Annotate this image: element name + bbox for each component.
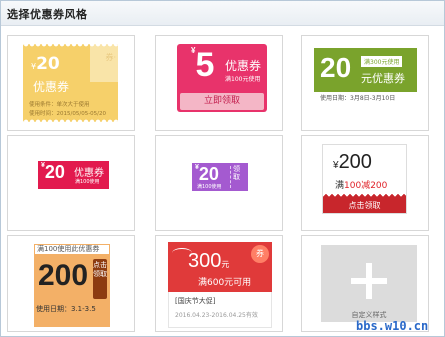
coupon-condition: 满100使用: [197, 184, 222, 190]
coupon-amount: 300元: [188, 250, 230, 272]
watermark: bbs.w10.cn: [356, 319, 429, 333]
coupon-stub-text: 券·: [105, 53, 116, 62]
coupon-stamp: 券: [251, 245, 269, 263]
coupon-amount: 200: [38, 259, 89, 292]
coupon-condition: 满100元使用: [225, 76, 261, 83]
claim-button: 立即领取: [180, 93, 264, 110]
coupon-style-option[interactable]: ¥20 优惠券 满100使用: [7, 135, 135, 231]
dialog-titlebar: 选择优惠券风格: [1, 1, 444, 26]
custom-style-tile: 自定义样式: [321, 245, 417, 322]
coupon-style-option[interactable]: 20 满300元使用 元优惠券 使用日期：3月8日-3月10日: [301, 35, 429, 131]
coupon-title: [国庆节大促]: [175, 297, 216, 305]
coupon-amount: ¥20: [31, 54, 60, 74]
coupon-amount: ¥200: [333, 151, 372, 173]
coupon-header: 满100使用此优惠券: [34, 244, 110, 255]
coupon-date: 使用日期：3.1-3.5: [36, 305, 96, 313]
coupon-condition: 满300元使用: [361, 56, 403, 67]
coupon-side-label: 领取: [233, 165, 240, 181]
coupon-name: 优惠券: [33, 80, 70, 94]
coupon-condition: 满100减200: [335, 181, 388, 191]
coupon-preview: ¥20 满100使用 领取: [192, 163, 248, 191]
coupon-name: 优惠券: [74, 168, 104, 179]
claim-button: 点击领取: [323, 198, 406, 213]
coupon-style-option[interactable]: ¥5 优惠券 满100元使用 立即领取: [155, 35, 283, 131]
coupon-amount: ¥20: [195, 164, 219, 184]
coupon-style-option[interactable]: ¥200 满100减200 点击领取: [301, 135, 429, 231]
coupon-style-dialog: 选择优惠券风格 券· ¥20 优惠券 使用条件：单次大于使用 使用时间：2015…: [0, 0, 445, 337]
claim-button: 点击领取: [93, 259, 107, 299]
custom-style-option[interactable]: 自定义样式: [301, 235, 429, 332]
coupon-preview: 20 满300元使用 元优惠券 使用日期：3月8日-3月10日: [314, 48, 417, 106]
coupon-condition: 满600元可用: [198, 278, 252, 288]
coupon-date: 2016.04.23-2016.04.25有效: [175, 312, 258, 319]
coupon-condition: 使用条件：单次大于使用: [29, 102, 90, 108]
coupon-condition: 满100使用: [75, 179, 100, 185]
coupon-amount: 20: [320, 52, 352, 83]
coupon-top: 300元 满600元可用 券: [168, 242, 272, 292]
coupon-preview: ¥5 优惠券 满100元使用 立即领取: [177, 44, 267, 112]
coupon-style-option[interactable]: ¥20 满100使用 领取: [155, 135, 283, 231]
coupon-style-option[interactable]: 300元 满600元可用 券 [国庆节大促] 2016.04.23-2016.0…: [155, 235, 283, 332]
coupon-name: 元优惠券: [361, 72, 405, 85]
coupon-style-option[interactable]: 满100使用此优惠券 200 点击领取 使用日期：3.1-3.5: [7, 235, 135, 332]
coupon-preview: ¥20 优惠券 满100使用: [38, 161, 109, 189]
coupon-date: 使用日期：3月8日-3月10日: [314, 92, 417, 106]
coupon-preview: ¥200 满100减200 点击领取: [322, 144, 407, 214]
dashed-divider: [230, 166, 231, 188]
coupon-amount: ¥5: [191, 46, 215, 84]
coupon-amount: ¥20: [41, 162, 65, 182]
coupon-preview: 300元 满600元可用 券 [国庆节大促] 2016.04.23-2016.0…: [168, 242, 272, 328]
coupon-name: 优惠券: [225, 59, 262, 73]
plus-icon: [351, 278, 387, 284]
coupon-preview: 满100使用此优惠券 200 点击领取 使用日期：3.1-3.5: [34, 244, 110, 327]
coupon-style-option[interactable]: 券· ¥20 优惠券 使用条件：单次大于使用 使用时间：2015/05/05-0…: [7, 35, 135, 131]
coupon-bottom: [国庆节大促] 2016.04.23-2016.04.25有效: [168, 292, 272, 328]
dialog-title: 选择优惠券风格: [7, 8, 88, 21]
coupon-preview: 券· ¥20 优惠券 使用条件：单次大于使用 使用时间：2015/05/05-0…: [23, 44, 118, 122]
